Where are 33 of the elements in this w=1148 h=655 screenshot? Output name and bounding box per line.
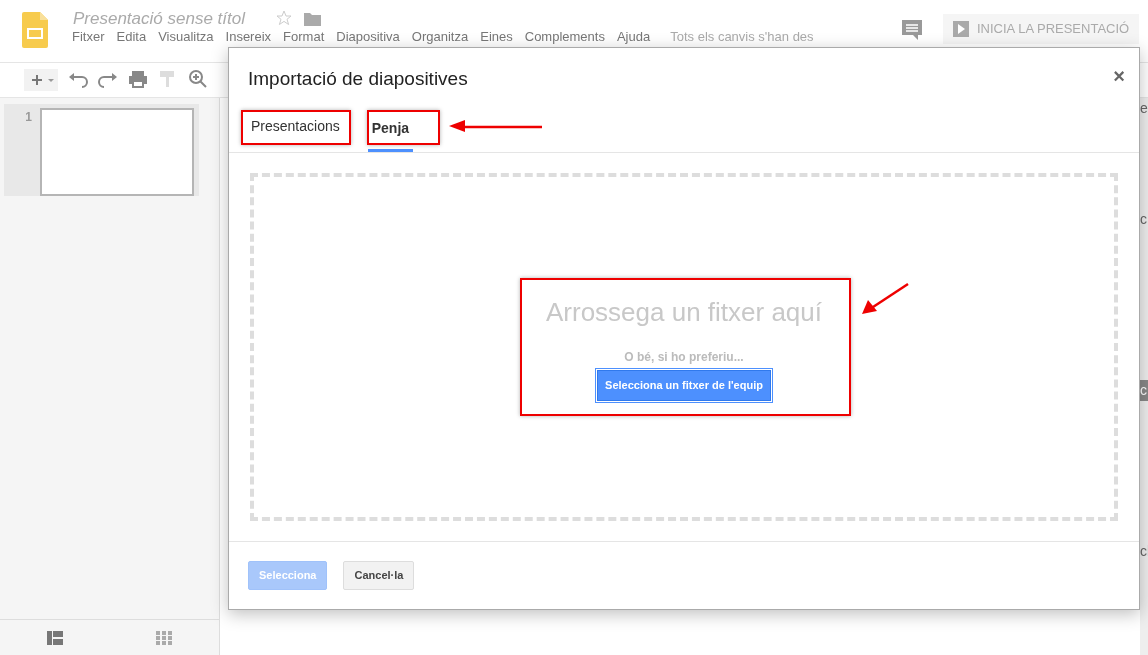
grid-view-icon[interactable] xyxy=(156,630,173,645)
menu-item[interactable]: Edita xyxy=(116,29,147,44)
save-status: Tots els canvis s'han des xyxy=(670,29,814,44)
tab[interactable]: Presentacions xyxy=(251,116,340,152)
menu-item[interactable]: Format xyxy=(283,29,325,44)
slide-number: 1 xyxy=(24,109,33,126)
menu-item[interactable]: Diapositiva xyxy=(336,29,400,44)
comment-icon[interactable] xyxy=(901,19,923,41)
tab[interactable]: Penja xyxy=(367,118,414,152)
close-button[interactable]: × xyxy=(1113,66,1125,86)
panel-label-fragment: c xyxy=(1140,210,1148,229)
menu-item[interactable]: Fitxer xyxy=(72,29,105,44)
dialog-title: Importació de diapositives xyxy=(248,67,468,91)
add-icon[interactable] xyxy=(24,69,58,91)
list-view-icon[interactable] xyxy=(46,630,63,645)
star-icon[interactable] xyxy=(276,10,292,26)
panel-label-fragment: c xyxy=(1140,380,1148,401)
panel-label-fragment: e xyxy=(1140,99,1148,118)
menu-item[interactable]: Ajuda xyxy=(616,29,651,44)
menu-item[interactable]: Organitza xyxy=(411,29,469,44)
drop-hint: O bé, si ho preferiu... xyxy=(624,349,744,367)
slides-logo-icon xyxy=(22,12,48,48)
menu-item[interactable]: Visualitza xyxy=(158,29,214,44)
annotation-arrow xyxy=(860,282,910,316)
footer-button[interactable]: Cancel·la xyxy=(343,561,415,590)
play-icon xyxy=(953,21,969,37)
menu-item[interactable]: Eines xyxy=(480,29,513,44)
menu-item[interactable]: Insereix xyxy=(225,29,272,44)
folder-icon[interactable] xyxy=(304,12,321,26)
print-icon[interactable] xyxy=(128,69,148,91)
slide-thumbnail[interactable] xyxy=(40,108,194,196)
select-file-button[interactable]: Selecciona un fitxer de l'equip xyxy=(597,370,771,401)
menu-item[interactable]: Complements xyxy=(524,29,605,44)
